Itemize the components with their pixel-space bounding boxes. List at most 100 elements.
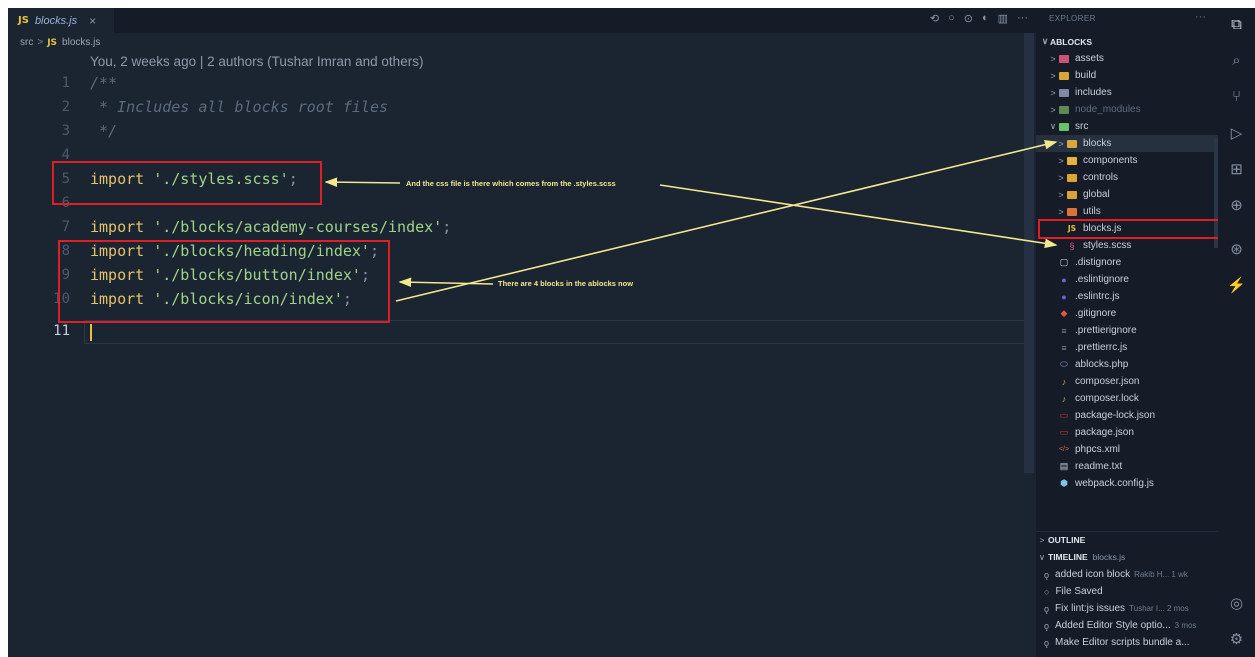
tree-file-composer-json[interactable]: ♪ composer.json: [1058, 373, 1140, 390]
tree-folder-assets[interactable]: > assets: [1048, 50, 1104, 67]
tree-file-composer-lock[interactable]: ♪ composer.lock: [1058, 390, 1139, 407]
folder-icon: [1066, 190, 1078, 200]
account-icon[interactable]: ◎: [1218, 594, 1255, 612]
text-file-icon: ▤: [1059, 461, 1069, 471]
code-line: 3 */: [8, 120, 1036, 144]
tree-file-webpack-config[interactable]: ⬢ webpack.config.js: [1058, 475, 1154, 492]
chevron-right-icon: >: [1058, 155, 1064, 166]
git-compare-icon[interactable]: ⟲: [930, 12, 939, 25]
go-forward-icon[interactable]: ⊙: [964, 12, 973, 25]
tree-file-ablocks-php[interactable]: ⬭ ablocks.php: [1058, 356, 1128, 373]
text-cursor: [90, 324, 92, 341]
tree-label: ablocks.php: [1075, 359, 1129, 370]
breadcrumb-folder[interactable]: src: [20, 37, 33, 48]
timeline-meta: 3 mos: [1174, 621, 1197, 630]
timeline-item[interactable]: ǫ added icon block Rakib H... 1 wk: [1036, 566, 1218, 583]
source-control-icon[interactable]: ⑂: [1218, 88, 1255, 105]
go-back-icon[interactable]: ○: [948, 12, 955, 25]
close-icon[interactable]: ×: [89, 14, 96, 28]
run-debug-icon[interactable]: ▷: [1218, 124, 1255, 142]
chevron-right-icon: >: [1050, 70, 1056, 81]
git-icon: ◆: [1060, 308, 1068, 318]
tree-folder-utils[interactable]: > utils: [1056, 203, 1101, 220]
tree-label: assets: [1075, 53, 1104, 64]
annotation-css-note: And the css file is there which comes fr…: [406, 179, 616, 188]
eslint-icon: ●: [1061, 291, 1067, 302]
tree-file-styles-scss[interactable]: § styles.scss: [1066, 237, 1131, 254]
tree-folder-node-modules[interactable]: > node_modules: [1048, 101, 1141, 118]
tree-folder-global[interactable]: > global: [1056, 186, 1109, 203]
annotation-blocks-note: There are 4 blocks in the ablocks now: [498, 279, 634, 288]
explorer-title: EXPLORER: [1049, 14, 1096, 23]
tree-label: .prettierignore: [1075, 325, 1137, 336]
timeline-item[interactable]: ǫ Make Editor scripts bundle a...: [1036, 634, 1218, 651]
tree-root-ablocks[interactable]: ∨ ABLOCKS: [1040, 33, 1092, 50]
tree-file-readme[interactable]: ▤ readme.txt: [1058, 458, 1123, 475]
webpack-icon: ⬢: [1060, 478, 1068, 488]
tree-folder-blocks[interactable]: > blocks: [1036, 135, 1218, 152]
git-graph-icon[interactable]: ⊕: [1218, 196, 1255, 214]
chevron-right-icon: >: [1058, 172, 1064, 183]
tree-file-distignore[interactable]: ▢ .distignore: [1058, 254, 1121, 271]
timeline-item[interactable]: ǫ Fix lint:js issues Tushar I... 2 mos: [1036, 600, 1218, 617]
open-changes-icon[interactable]: ◐: [982, 12, 989, 25]
tree-folder-includes[interactable]: > includes: [1048, 84, 1111, 101]
tree-label: package-lock.json: [1075, 410, 1156, 421]
timeline-item[interactable]: ○ File Saved: [1036, 583, 1218, 600]
timeline-item[interactable]: ǫ Added Editor Style optio... 3 mos: [1036, 617, 1218, 634]
tree-label: .prettierrc.js: [1075, 342, 1128, 353]
explorer-icon[interactable]: ⧉: [1218, 16, 1255, 33]
npm-icon: ▭: [1059, 427, 1069, 437]
tree-file-prettierrc[interactable]: ≡ .prettierrc.js: [1058, 339, 1127, 356]
tree-label: build: [1075, 70, 1097, 81]
breadcrumb: src > JS blocks.js: [20, 37, 100, 48]
tab-bar: JS blocks.js × ⟲ ○ ⊙ ◐ ▥ ···: [8, 8, 1036, 33]
tree-file-package-json[interactable]: ▭ package.json: [1058, 424, 1134, 441]
commit-icon: ǫ: [1044, 603, 1050, 614]
breadcrumb-file[interactable]: blocks.js: [62, 37, 100, 48]
line-number: 7: [61, 219, 70, 235]
git-blame-lens[interactable]: You, 2 weeks ago | 2 authors (Tushar Imr…: [90, 54, 423, 69]
outline-section-header[interactable]: > OUTLINE: [1036, 531, 1218, 547]
chevron-right-icon: >: [1050, 104, 1056, 115]
tree-label: .eslintignore: [1075, 274, 1129, 285]
remote-explorer-icon[interactable]: ⊛: [1218, 240, 1255, 258]
split-editor-icon[interactable]: ▥: [998, 12, 1008, 25]
folder-icon: [1066, 156, 1078, 166]
more-icon[interactable]: ···: [1195, 11, 1206, 23]
tree-label: package.json: [1075, 427, 1134, 438]
timeline-section-header[interactable]: ∨ TIMELINE blocks.js: [1036, 549, 1218, 565]
code-comment: * Includes all blocks root files: [90, 98, 389, 116]
tree-file-eslintrc[interactable]: ● .eslintrc.js: [1058, 288, 1119, 305]
folder-icon: [1066, 207, 1078, 217]
keyword-import: import: [90, 218, 145, 236]
highlight-box-block-imports: [58, 240, 390, 323]
chevron-right-icon: >: [1058, 138, 1064, 149]
editor-scrollbar[interactable]: [1024, 33, 1034, 473]
tree-label: node_modules: [1075, 104, 1141, 115]
tree-file-eslintignore[interactable]: ● .eslintignore: [1058, 271, 1129, 288]
tree-file-phpcs-xml[interactable]: </> phpcs.xml: [1058, 441, 1120, 458]
tree-folder-src[interactable]: ∨ src: [1048, 118, 1089, 135]
commit-icon: ǫ: [1044, 569, 1050, 580]
tree-folder-controls[interactable]: > controls: [1056, 169, 1118, 186]
chevron-down-icon: ∨: [1041, 36, 1049, 46]
settings-gear-icon[interactable]: ⚙: [1218, 630, 1255, 648]
search-icon[interactable]: ⌕: [1218, 52, 1255, 69]
tree-folder-components[interactable]: > components: [1056, 152, 1137, 169]
code-line: 11: [8, 320, 1036, 344]
tree-file-prettierignore[interactable]: ≡ .prettierignore: [1058, 322, 1137, 339]
tree-root-label: ABLOCKS: [1050, 36, 1093, 47]
tree-folder-build[interactable]: > build: [1048, 67, 1096, 84]
lightning-icon[interactable]: ⚡: [1218, 276, 1255, 294]
tab-blocks-js[interactable]: JS blocks.js ×: [8, 8, 114, 33]
timeline-text: added icon block: [1055, 569, 1131, 580]
extensions-icon[interactable]: ⊞: [1218, 160, 1255, 178]
tree-file-gitignore[interactable]: ◆ .gitignore: [1058, 305, 1117, 322]
more-actions-icon[interactable]: ···: [1017, 12, 1028, 25]
tree-label: .gitignore: [1075, 308, 1117, 319]
tree-file-package-lock-json[interactable]: ▭ package-lock.json: [1058, 407, 1155, 424]
folder-icon: [1066, 173, 1078, 183]
composer-icon: ♪: [1061, 376, 1067, 387]
tree-label: utils: [1083, 206, 1101, 217]
